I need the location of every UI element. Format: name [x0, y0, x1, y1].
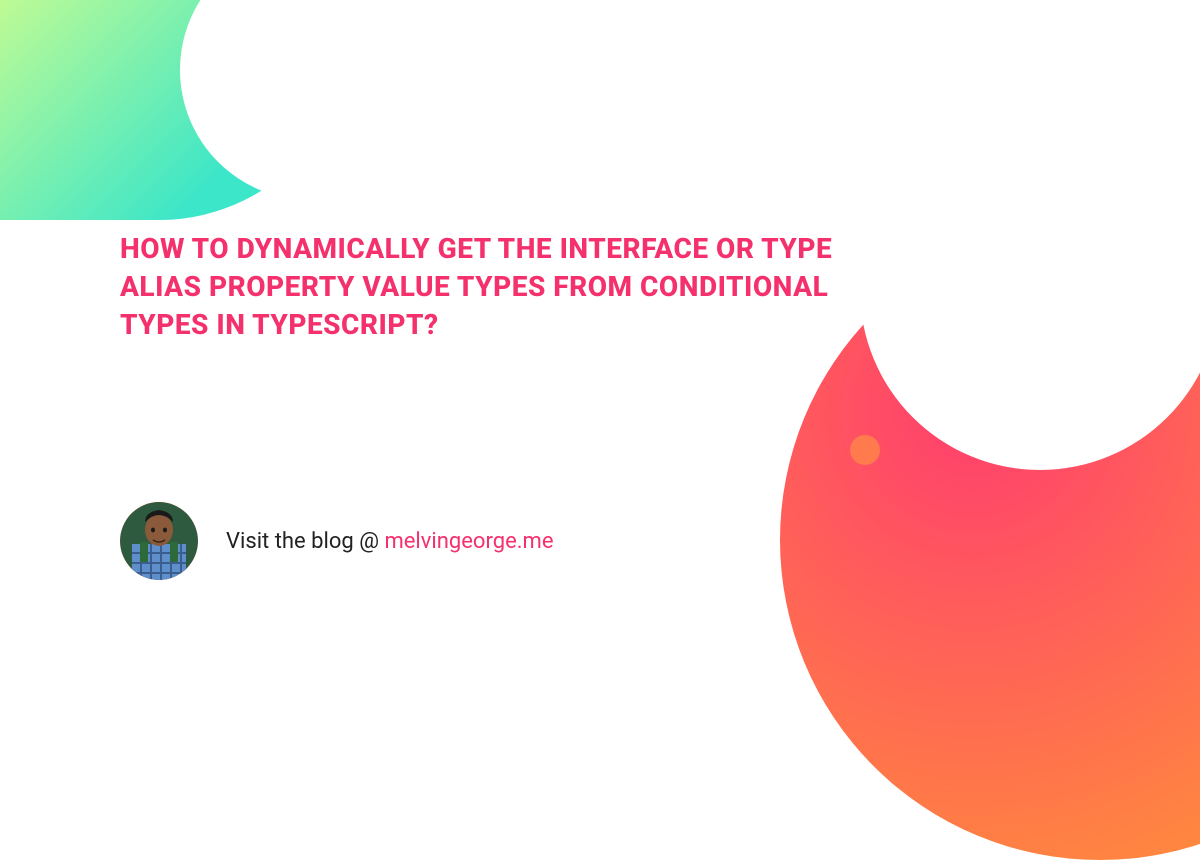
author-avatar [120, 502, 198, 580]
page-title: HOW TO DYNAMICALLY GET THE INTERFACE OR … [120, 230, 900, 343]
decorative-dot [850, 435, 880, 465]
decorative-blob-top-left [0, 0, 380, 220]
main-content: HOW TO DYNAMICALLY GET THE INTERFACE OR … [120, 230, 900, 343]
visit-prefix: Visit the blog @ [226, 529, 384, 554]
visit-blog-line: Visit the blog @ melvingeorge.me [226, 529, 554, 554]
blog-link[interactable]: melvingeorge.me [384, 529, 553, 554]
footer-row: Visit the blog @ melvingeorge.me [120, 502, 554, 580]
